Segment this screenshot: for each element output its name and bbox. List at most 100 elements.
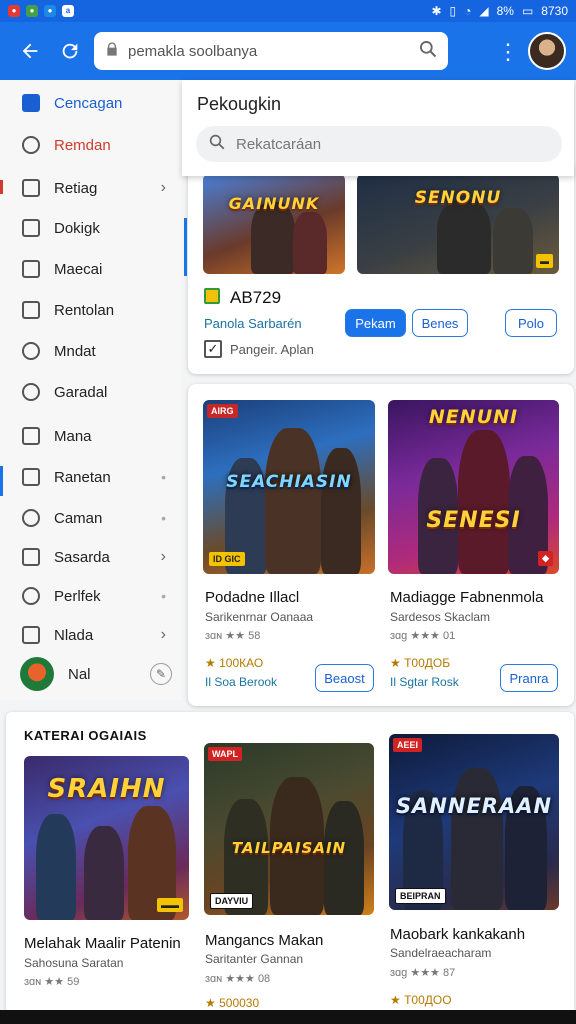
address-bar[interactable]: pemakla soolbanya (94, 32, 448, 70)
battery-icon: ▭ (521, 4, 534, 18)
install-count: ★ Т00ДОО (390, 993, 452, 1007)
game-action-button[interactable]: Pranra (500, 664, 558, 692)
settings-icon (22, 383, 40, 401)
search-placeholder: Rekatcaráan (236, 135, 322, 153)
app-notification-icon: ● (8, 5, 20, 17)
app-card: GAINUNK SENONU ▬ AB729 Panola Sarbarén P… (188, 160, 574, 374)
game-title[interactable]: Madiagge Fabnenmola (390, 589, 543, 606)
checkbox-label: Pangeir. Aplan (230, 342, 314, 357)
system-nav-bar (0, 1010, 576, 1024)
primary-button[interactable]: Pekam (345, 309, 406, 337)
thumbnail-caption: SENESI (426, 508, 521, 533)
sidebar-item-0[interactable]: Cencagan (0, 85, 182, 121)
game-thumbnail[interactable]: NENUNI SENESI ◆ (388, 400, 559, 574)
sidebar-item-label: Perlfek (54, 587, 101, 605)
thumbnail-badge: AEEI (393, 738, 423, 752)
game-title[interactable]: Melahak Maalir Patenin (24, 935, 181, 952)
search-icon (208, 133, 226, 155)
sidebar-item-5[interactable]: Rentolan (0, 292, 182, 328)
sidebar-item-12[interactable]: Perlfek • (0, 578, 182, 614)
sidebar-item-3[interactable]: Dokigk (0, 210, 182, 246)
app-notification-icon: ● (44, 5, 56, 17)
check-icon (22, 219, 40, 237)
profile-label: Nal (68, 665, 91, 683)
character-figure (437, 200, 491, 274)
game-subtitle: Sahosuna Saratan (24, 956, 124, 970)
sidebar-item-8[interactable]: Mana (0, 418, 182, 454)
game-title[interactable]: Podadne Illacl (205, 589, 299, 606)
thumbnail-badge: BEIPRAN (395, 888, 446, 904)
install-count: ★ 500030 (205, 996, 260, 1010)
app-subtitle[interactable]: Panola Sarbarén (204, 316, 302, 331)
section-title: KATERAI OGAIAIS (24, 728, 147, 743)
thumbnail-caption: SENONU (414, 188, 502, 208)
sidebar-item-label: Mndat (54, 342, 96, 360)
sidebar-item-13[interactable]: Nlada › (0, 617, 182, 653)
app-bar: pemakla soolbanya ⋮ (0, 22, 576, 80)
thumbnail-caption: GAINUNK (228, 194, 320, 213)
game-thumbnail[interactable]: SRAIHN ▬▬ (24, 756, 189, 920)
edit-icon[interactable]: ✎ (150, 663, 172, 685)
back-arrow-icon[interactable] (10, 31, 50, 71)
game-thumbnail[interactable]: SEACHIASIN AIRG ID GIC (203, 400, 375, 574)
address-text: pemakla soolbanya (128, 42, 258, 60)
refresh-icon[interactable] (50, 31, 90, 71)
thumbnail-caption: SANNERAAN (395, 794, 553, 818)
chevron-right-icon: › (160, 626, 166, 643)
doc-icon (22, 301, 40, 319)
sidebar-item-label: Cencagan (54, 94, 123, 112)
install-count: ★ Т00ДОБ (390, 656, 451, 670)
sidebar-item-10[interactable]: Caman • (0, 500, 182, 536)
character-figure (451, 768, 503, 910)
game-link[interactable]: Il Sgtar Rosk (390, 675, 459, 689)
sidebar-item-label: Sasarda (54, 548, 110, 566)
more-vert-icon[interactable]: ⋮ (488, 32, 528, 72)
thumbnail-badge: ID GIC (209, 552, 245, 566)
game-thumbnail[interactable]: GAINUNK (203, 174, 345, 274)
profile-avatar (20, 657, 54, 691)
character-figure (458, 430, 510, 574)
game-title[interactable]: Maobark kankakanh (390, 926, 525, 943)
install-count-value: 500030 (219, 996, 260, 1010)
vibrate-icon: ▯ (449, 4, 457, 18)
sidebar-item-2[interactable]: Retiag › (0, 170, 182, 206)
character-figure (321, 448, 361, 574)
thumbnail-badge: ▬ (536, 254, 553, 268)
game-link[interactable]: Il Soa Berook (205, 675, 277, 689)
thumbnail-banner: NENUNI (428, 406, 519, 428)
app-screen: ● ● ● a ✱ ▯ ◔ ◢ 8% ▭ 8730 pemakla soolba… (0, 0, 576, 1024)
app-notification-icon: ● (26, 5, 38, 17)
thumbnail-caption: TAILPAISAIN (231, 839, 347, 857)
character-figure (493, 208, 533, 274)
people-icon (22, 342, 40, 360)
avatar[interactable] (528, 32, 566, 70)
sidebar-item-11[interactable]: Sasarda › (0, 539, 182, 575)
tertiary-button[interactable]: Polo (505, 309, 557, 337)
popup-title: Pekougkin (197, 94, 282, 114)
install-count-value: Т00ДОО (404, 993, 452, 1007)
sidebar-item-7[interactable]: Garadal (0, 374, 182, 410)
sidebar-item-4[interactable]: Maecai (0, 251, 182, 287)
sidebar-item-label: Rentolan (54, 301, 115, 319)
game-title[interactable]: Mangancs Makan (205, 932, 323, 949)
bluetooth-icon: ✱ (431, 4, 442, 18)
sidebar-item-9[interactable]: Ranetan • (0, 459, 182, 495)
checkbox[interactable]: ✓ (204, 340, 222, 358)
sidebar-item-6[interactable]: Mndat (0, 333, 182, 369)
game-rating: ɜɑɡ ★★★ 87 (390, 967, 456, 979)
chevron-right-icon: › (160, 179, 166, 196)
sidebar-item-1[interactable]: Remdan (0, 127, 182, 163)
character-figure (293, 212, 327, 274)
popup-search-input[interactable]: Rekatcaráan (196, 126, 562, 162)
game-action-button[interactable]: Beaost (315, 664, 374, 692)
phone-icon (22, 509, 40, 527)
game-thumbnail[interactable]: TAILPAISAIN WAPL DAYVIU (204, 743, 374, 915)
secondary-button[interactable]: Benes (412, 309, 468, 337)
thumbnail-badge: WAPL (208, 747, 242, 761)
search-icon[interactable] (418, 39, 438, 63)
game-thumbnail[interactable]: SENONU ▬ (357, 174, 559, 274)
install-count: ★ 100КАО (205, 656, 264, 670)
sidebar-profile[interactable]: Nal ✎ (0, 656, 182, 692)
sidebar-item-label: Ranetan (54, 468, 111, 486)
game-thumbnail[interactable]: SANNERAAN AEEI BEIPRAN (389, 734, 559, 910)
